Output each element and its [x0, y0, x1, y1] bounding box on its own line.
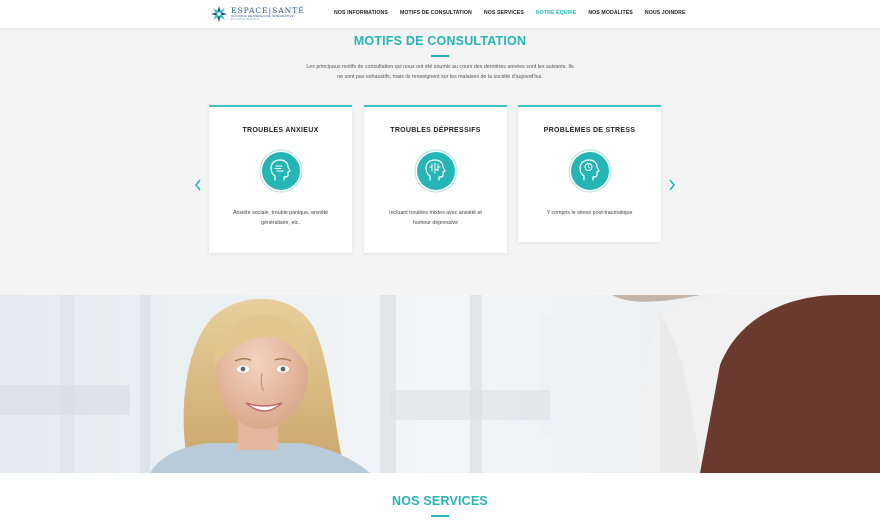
card-description-line-2: humeur dépressive	[412, 220, 459, 226]
chevron-right-icon[interactable]	[667, 178, 677, 192]
logo-tagline: EN SANTÉ MENTALE	[231, 18, 260, 21]
motifs-title-underline	[431, 55, 449, 57]
card-title: TROUBLES ANXIEUX	[242, 127, 319, 134]
card-description-line-1: Y compris le stress post-traumatique	[546, 210, 633, 216]
team-photo	[0, 295, 880, 473]
card-description-line-1: Anxiété sociale, trouble panique, anxiét…	[232, 210, 329, 216]
head-brain-icon	[413, 149, 458, 193]
main-nav: NOS INFORMATIONS MOTIFS DE CONSULTATION …	[334, 10, 686, 16]
nav-nos-informations[interactable]: NOS INFORMATIONS	[334, 10, 388, 16]
card-description: Y compris le stress post-traumatique	[532, 208, 647, 218]
motifs-intro-line-2: ne sont pas exhaustifs, mais ils renseig…	[337, 74, 543, 80]
site-header: ESPACE|SANTÉ CLINIQUE DE MÉDECINE INTÉGR…	[0, 0, 880, 28]
logo-name: ESPACE|SANTÉ	[231, 5, 305, 15]
nav-nos-services[interactable]: NOS SERVICES	[484, 10, 524, 16]
site-logo[interactable]: ESPACE|SANTÉ CLINIQUE DE MÉDECINE INTÉGR…	[210, 4, 305, 24]
motifs-intro: Les principaux motifs de consultation qu…	[286, 62, 594, 82]
motifs-intro-line-1: Les principaux motifs de consultation qu…	[306, 64, 574, 70]
office-scene-image	[0, 295, 880, 473]
card-description: Anxiété sociale, trouble panique, anxiét…	[223, 208, 338, 228]
motif-card-problemes-de-stress[interactable]: PROBLÈMES DE STRESS Y compris le stress …	[518, 105, 661, 242]
card-description-line-1: Incluant troubles mixtes avec anxiété et	[389, 210, 482, 216]
card-description: Incluant troubles mixtes avec anxiété et…	[378, 208, 493, 228]
nav-notre-equipe[interactable]: NOTRE ÉQUIPE	[536, 10, 576, 16]
nav-nos-modalites[interactable]: NOS MODALITÉS	[588, 10, 633, 16]
nav-motifs-de-consultation[interactable]: MOTIFS DE CONSULTATION	[400, 10, 472, 16]
chevron-left-icon[interactable]	[193, 178, 203, 192]
head-stress-icon	[567, 149, 612, 193]
services-title: NOS SERVICES	[392, 494, 488, 508]
motif-card-troubles-depressifs[interactable]: TROUBLES DÉPRESSIFS Incluant troubles mi…	[364, 105, 507, 253]
star-logo-icon	[210, 5, 228, 23]
card-title: PROBLÈMES DE STRESS	[543, 127, 636, 134]
head-anxiety-icon	[258, 149, 303, 193]
services-title-underline	[431, 515, 449, 517]
motifs-title: MOTIFS DE CONSULTATION	[353, 34, 527, 48]
motif-card-troubles-anxieux[interactable]: TROUBLES ANXIEUX Anxiété sociale, troubl…	[209, 105, 352, 253]
card-title: TROUBLES DÉPRESSIFS	[390, 127, 481, 134]
nav-nous-joindre[interactable]: NOUS JOINDRE	[645, 10, 686, 16]
card-description-line-2: généralisée, etc.	[261, 220, 300, 226]
